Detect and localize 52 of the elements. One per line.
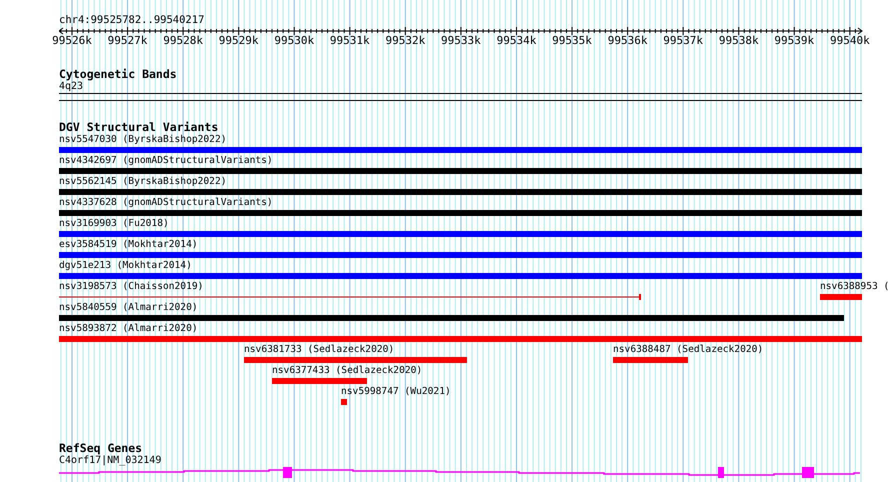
- ruler-tick-label: 99527k: [108, 35, 148, 47]
- variant-label[interactable]: nsv6377433 (Sedlazeck2020): [272, 365, 422, 377]
- ruler-tick-label: 99530k: [274, 35, 314, 47]
- ruler-tick-label: 99532k: [385, 35, 426, 47]
- gene-label[interactable]: C4orf17|NM_032149: [59, 455, 162, 466]
- variant-label[interactable]: nsv5562145 (ByrskaBishop2022): [59, 176, 227, 188]
- variant-bar[interactable]: [59, 252, 862, 258]
- variant-bar[interactable]: [59, 189, 862, 195]
- track-title: RefSeq Genes: [59, 441, 142, 455]
- band-label: 4q23: [59, 81, 84, 92]
- variant-bar[interactable]: [59, 273, 862, 279]
- variant-bar[interactable]: [59, 147, 862, 153]
- variant-bar[interactable]: [341, 399, 347, 405]
- variant-bar[interactable]: [613, 357, 688, 363]
- variant-label[interactable]: nsv5547030 (ByrskaBishop2022): [59, 134, 227, 146]
- variant-bar[interactable]: [820, 294, 862, 300]
- track-title: DGV Structural Variants: [59, 120, 218, 134]
- variant-label[interactable]: nsv6388953 (: [820, 281, 890, 293]
- variant-label[interactable]: nsv6381733 (Sedlazeck2020): [244, 344, 394, 356]
- variant-label[interactable]: nsv3198573 (Chaisson2019): [59, 281, 204, 293]
- variant-bar[interactable]: [59, 336, 862, 342]
- ruler-tick-label: 99539k: [774, 35, 814, 47]
- genome-position: chr4:99525782..99540217: [59, 14, 204, 26]
- ruler-tick-label: 99531k: [330, 35, 370, 47]
- variant-label[interactable]: dgv51e213 (Mokhtar2014): [59, 260, 192, 272]
- variant-label[interactable]: nsv4337628 (gnomADStructuralVariants): [59, 197, 273, 209]
- ruler-tick-label: 99529k: [218, 35, 259, 47]
- ruler-tick-label: 99538k: [718, 35, 759, 47]
- ruler-tick-label: 99534k: [496, 35, 536, 47]
- variant-label[interactable]: nsv3169903 (Fu2018): [59, 218, 169, 230]
- variant-bar[interactable]: [59, 231, 862, 237]
- track-title: Cytogenetic Bands: [59, 67, 177, 81]
- variant-bar[interactable]: [59, 210, 862, 216]
- variant-label[interactable]: nsv6388487 (Sedlazeck2020): [613, 344, 764, 356]
- ruler-tick-label: 99537k: [663, 35, 704, 47]
- variant-label[interactable]: nsv4342697 (gnomADStructuralVariants): [59, 155, 273, 167]
- variant-bar[interactable]: [244, 357, 467, 363]
- ruler-tick-label: 99526k: [52, 35, 92, 47]
- ruler-tick-label: 99540k: [830, 35, 870, 47]
- variant-line[interactable]: [59, 294, 641, 300]
- ruler-tick-label: 99536k: [608, 35, 648, 47]
- variant-label[interactable]: esv3584519 (Mokhtar2014): [59, 239, 198, 251]
- variant-bar[interactable]: [59, 168, 862, 174]
- variant-label[interactable]: nsv5840559 (Almarri2020): [59, 302, 198, 314]
- gene-model-drawing[interactable]: [59, 466, 861, 480]
- ruler-tick-label: 99533k: [441, 35, 481, 47]
- ruler-tick-label: 99528k: [163, 35, 203, 47]
- variant-label[interactable]: nsv5893872 (Almarri2020): [59, 323, 198, 335]
- variant-bar[interactable]: [59, 315, 844, 321]
- variant-bar[interactable]: [272, 378, 367, 384]
- variant-label[interactable]: nsv5998747 (Wu2021): [341, 386, 451, 398]
- ruler-tick-label: 99535k: [552, 35, 592, 47]
